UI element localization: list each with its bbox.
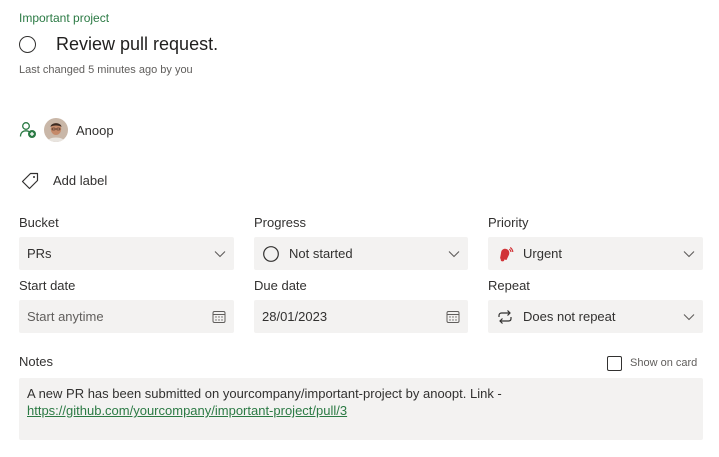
bucket-dropdown[interactable]: PRs [19,237,234,270]
priority-value: Urgent [523,246,563,261]
complete-task-checkbox[interactable] [19,36,36,53]
start-date-label: Start date [19,278,76,293]
avatar[interactable] [44,118,68,142]
due-date-label: Due date [254,278,307,293]
priority-dropdown[interactable]: Urgent [488,237,703,270]
person-add-icon[interactable] [19,121,37,139]
show-on-card-checkbox[interactable] [607,356,622,371]
repeat-icon [498,309,512,324]
chevron-down-icon [214,250,226,257]
add-label-button[interactable]: Add label [53,173,107,188]
due-date-value: 28/01/2023 [262,309,328,324]
due-date-field[interactable]: 28/01/2023 [254,300,468,333]
priority-label: Priority [488,215,529,230]
start-date-placeholder: Start anytime [27,309,104,324]
calendar-icon[interactable] [446,310,460,324]
bucket-value: PRs [27,246,52,261]
bell-urgent-icon [500,246,514,261]
repeat-value: Does not repeat [523,309,616,324]
last-changed-text: Last changed 5 minutes ago by you [19,64,193,76]
tag-icon[interactable] [21,172,39,190]
start-date-field[interactable]: Start anytime [19,300,234,333]
notes-text: A new PR has been submitted on yourcompa… [27,386,502,401]
chevron-down-icon [683,313,695,320]
notes-label: Notes [19,354,53,369]
calendar-icon[interactable] [212,310,226,324]
progress-dropdown[interactable]: Not started [254,237,468,270]
empty-circle-icon [263,245,279,262]
plan-name[interactable]: Important project [19,11,109,25]
notes-textarea[interactable]: A new PR has been submitted on yourcompa… [19,378,703,440]
task-title[interactable]: Review pull request. [56,34,218,55]
progress-label: Progress [254,215,307,230]
chevron-down-icon [448,250,460,257]
show-on-card-label[interactable]: Show on card [630,357,697,369]
progress-value: Not started [289,246,353,261]
bucket-label: Bucket [19,215,59,230]
repeat-dropdown[interactable]: Does not repeat [488,300,703,333]
notes-link[interactable]: https://github.com/yourcompany/important… [27,403,347,418]
chevron-down-icon [683,250,695,257]
repeat-label: Repeat [488,278,530,293]
assignee-name[interactable]: Anoop [76,123,114,138]
